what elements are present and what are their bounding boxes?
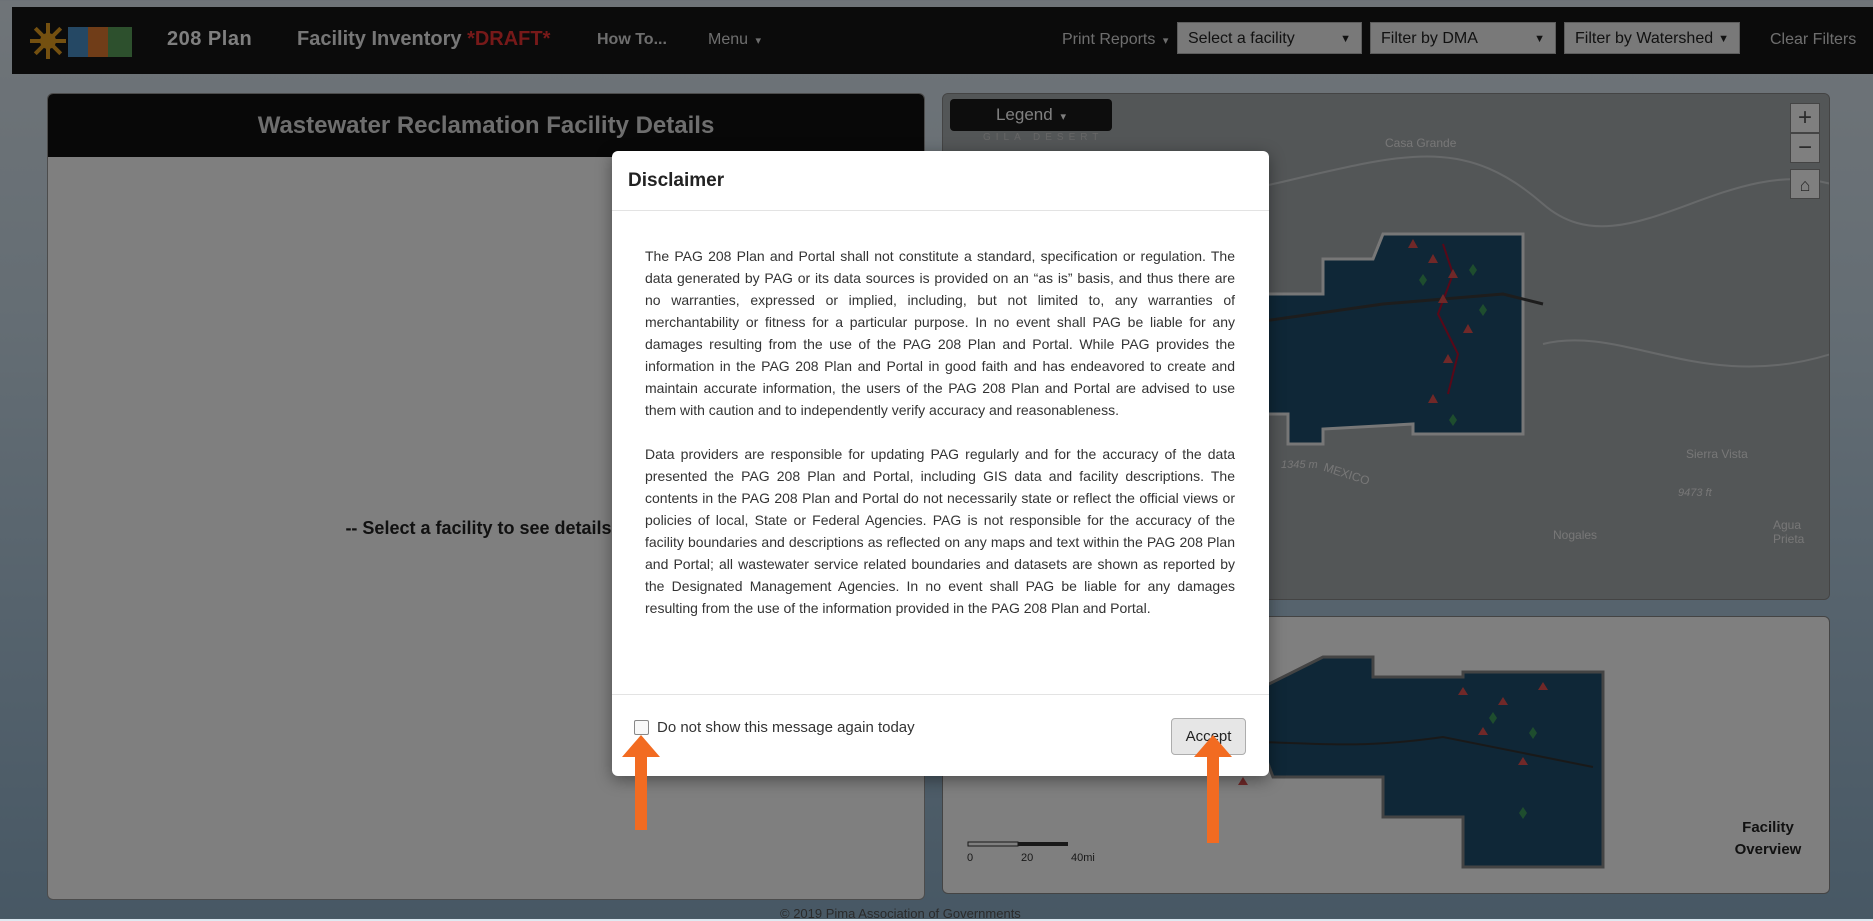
dont-show-again-checkbox[interactable] — [634, 720, 649, 735]
dont-show-again-row[interactable]: Do not show this message again today — [634, 719, 915, 736]
dont-show-again-label[interactable]: Do not show this message again today — [657, 719, 915, 736]
disclaimer-paragraph: The PAG 208 Plan and Portal shall not co… — [645, 248, 1235, 418]
modal-body: The PAG 208 Plan and Portal shall not co… — [645, 245, 1235, 641]
disclaimer-modal: Disclaimer The PAG 208 Plan and Portal s… — [612, 151, 1269, 776]
arrow-up-icon — [1194, 735, 1232, 843]
modal-footer: Do not show this message again today Acc… — [612, 694, 1269, 777]
modal-title: Disclaimer — [612, 151, 1269, 211]
arrow-up-icon — [622, 735, 660, 830]
disclaimer-paragraph: Data providers are responsible for updat… — [645, 446, 1235, 616]
